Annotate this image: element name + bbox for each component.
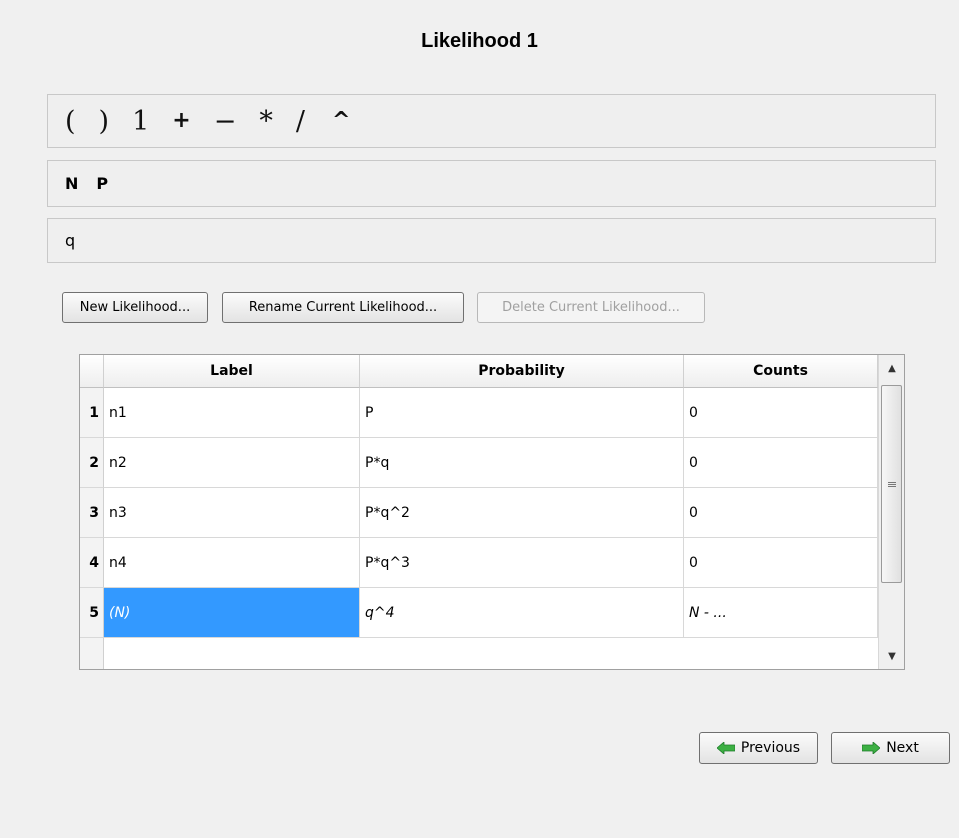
column-header-label[interactable]: Label <box>104 355 360 388</box>
row-header[interactable]: 1 <box>80 388 104 438</box>
table-cell-probability[interactable]: P*q^3 <box>360 538 684 588</box>
column-header-probability[interactable]: Probability <box>360 355 684 388</box>
row-header[interactable]: 2 <box>80 438 104 488</box>
scroll-thumb[interactable] <box>881 385 902 583</box>
new-likelihood-button[interactable]: New Likelihood... <box>62 292 208 323</box>
scroll-down-icon[interactable]: ▼ <box>879 643 904 669</box>
table-cell-counts[interactable]: 0 <box>684 538 878 588</box>
table-cell-label[interactable]: n4 <box>104 538 360 588</box>
row-header[interactable]: 3 <box>80 488 104 538</box>
column-header-counts[interactable]: Counts <box>684 355 878 388</box>
table-cell-counts[interactable]: 0 <box>684 388 878 438</box>
operator-close-paren[interactable]: ) <box>99 108 110 135</box>
table-cell-probability[interactable]: P*q^2 <box>360 488 684 538</box>
next-label: Next <box>886 740 919 756</box>
table-cell-probability[interactable]: P*q <box>360 438 684 488</box>
rename-likelihood-button[interactable]: Rename Current Likelihood... <box>222 292 464 323</box>
row-header[interactable]: 5 <box>80 588 104 638</box>
vertical-scrollbar[interactable]: ▲ ▼ <box>878 355 904 669</box>
previous-label: Previous <box>740 740 801 756</box>
page-title: Likelihood 1 <box>421 30 538 52</box>
scroll-up-icon[interactable]: ▲ <box>879 355 904 381</box>
table-cell-label-selected[interactable]: (N) <box>104 588 360 638</box>
arrow-left-icon <box>716 741 736 755</box>
table-cell-counts[interactable]: N - ... <box>684 588 878 638</box>
variable-q[interactable]: q <box>65 231 75 250</box>
delete-likelihood-button[interactable]: Delete Current Likelihood... <box>477 292 705 323</box>
table-cell-counts[interactable]: 0 <box>684 488 878 538</box>
parameter-bar: N P <box>47 160 936 207</box>
operator-one[interactable]: 1 <box>132 108 149 135</box>
arrow-right-icon <box>861 741 881 755</box>
operator-bar: ( ) 1 + − * / ^ <box>47 94 936 148</box>
table-cell-label[interactable]: n2 <box>104 438 360 488</box>
table-cell-probability[interactable]: q^4 <box>360 588 684 638</box>
operator-minus[interactable]: − <box>214 108 237 135</box>
operator-plus[interactable]: + <box>172 110 190 132</box>
row-header-empty <box>80 638 104 669</box>
table-cell-label[interactable]: n3 <box>104 488 360 538</box>
operator-divide[interactable]: / <box>296 108 305 135</box>
previous-button[interactable]: Previous <box>699 732 818 764</box>
variable-bar: q <box>47 218 936 263</box>
operator-open-paren[interactable]: ( <box>65 108 76 135</box>
next-button[interactable]: Next <box>831 732 950 764</box>
corner-header <box>80 355 104 388</box>
operator-multiply[interactable]: * <box>259 108 273 135</box>
row-header[interactable]: 4 <box>80 538 104 588</box>
table-cell-label[interactable]: n1 <box>104 388 360 438</box>
parameter-p[interactable]: P <box>96 174 108 193</box>
likelihood-table: Label Probability Counts 1 n1 P 0 2 n2 P… <box>79 354 905 670</box>
table-cell-probability[interactable]: P <box>360 388 684 438</box>
operator-power[interactable]: ^ <box>332 110 350 132</box>
table-cell-counts[interactable]: 0 <box>684 438 878 488</box>
parameter-n[interactable]: N <box>65 174 78 193</box>
